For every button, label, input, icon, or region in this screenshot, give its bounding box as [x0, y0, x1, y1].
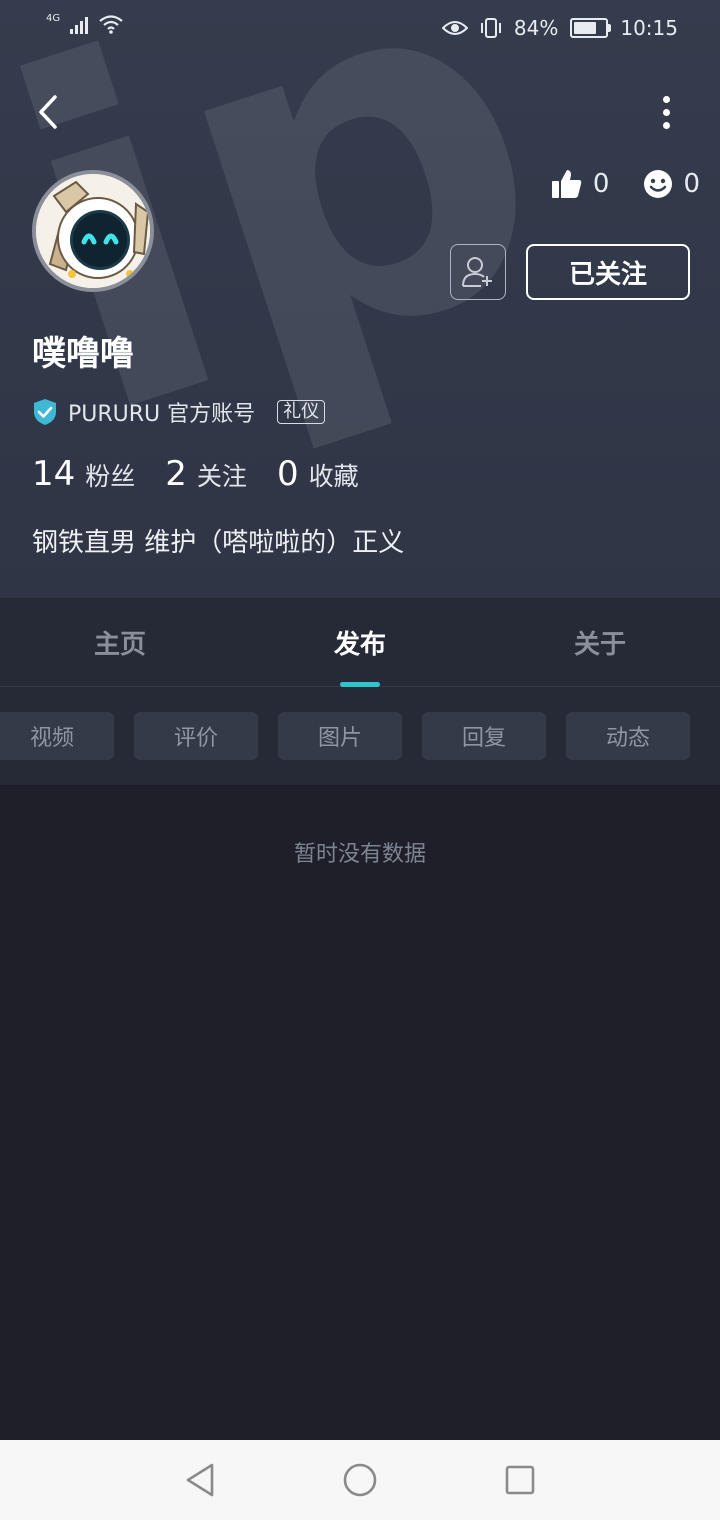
- triangle-back-icon: [186, 1463, 214, 1497]
- following-button[interactable]: 已关注: [526, 244, 690, 300]
- more-dot-icon: [662, 108, 670, 116]
- followers-value: 14: [32, 454, 76, 494]
- verified-row: PURURU 官方账号 礼仪: [32, 396, 326, 428]
- nav-home-button[interactable]: [338, 1458, 382, 1502]
- filter-images[interactable]: 图片: [278, 712, 402, 760]
- smiley-icon: [644, 170, 673, 198]
- reactions-count: 0: [683, 169, 700, 199]
- profile-counts: 14 粉丝 2 关注 0 收藏: [32, 454, 359, 494]
- more-dot-icon: [662, 121, 670, 129]
- tab-posts[interactable]: 发布: [240, 598, 480, 686]
- username: 噗噜噜: [32, 334, 134, 374]
- clock: 10:15: [620, 16, 678, 40]
- circle-home-icon: [343, 1463, 377, 1497]
- vibrate-icon: [480, 18, 501, 38]
- profile-tabs: 主页 发布 关于: [0, 598, 720, 687]
- system-navigation-bar: [0, 1440, 720, 1520]
- verified-label: PURURU 官方账号: [68, 402, 256, 427]
- favorites-count[interactable]: 0 收藏: [277, 454, 359, 494]
- tab-about[interactable]: 关于: [480, 598, 720, 686]
- battery-percent: 84%: [513, 16, 559, 40]
- status-bar: 4G 84% 10:15: [0, 0, 720, 56]
- post-filter-bar: 视频 评价 图片 回复 动态: [0, 687, 720, 785]
- nav-recents-button[interactable]: [498, 1458, 542, 1502]
- followers-label: 粉丝: [85, 462, 136, 491]
- following-count[interactable]: 2 关注: [165, 454, 247, 494]
- likes-count: 0: [592, 169, 610, 199]
- profile-tag: 礼仪: [277, 400, 326, 424]
- verified-shield-icon: [34, 399, 56, 425]
- more-options-button[interactable]: [646, 88, 686, 136]
- signal-icon: [70, 14, 89, 34]
- empty-state-message: 暂时没有数据: [293, 842, 426, 867]
- network-type: 4G: [46, 13, 61, 24]
- following-label: 关注: [196, 462, 247, 491]
- reaction-stats: 0 0: [551, 168, 700, 200]
- wifi-icon: [99, 15, 123, 34]
- following-value: 2: [165, 454, 187, 494]
- robot-avatar-icon: [36, 174, 150, 288]
- favorites-value: 0: [276, 454, 299, 494]
- add-friend-button[interactable]: [450, 244, 506, 300]
- filter-replies[interactable]: 回复: [422, 712, 546, 760]
- thumbs-up-icon: [551, 170, 582, 198]
- chevron-left-icon: [39, 95, 57, 129]
- profile-header: ip 4G 84% 10:15 0 0 已关注 噗噜噜 PURURU 官方账号 …: [0, 0, 720, 598]
- more-dot-icon: [662, 95, 670, 103]
- add-user-icon: [462, 257, 492, 287]
- square-recents-icon: [505, 1465, 535, 1495]
- reactions-stat[interactable]: 0: [643, 169, 700, 199]
- followers-count[interactable]: 14 粉丝: [32, 454, 135, 494]
- favorites-label: 收藏: [308, 462, 359, 491]
- likes-stat[interactable]: 0: [551, 168, 610, 200]
- nav-back-button[interactable]: [178, 1458, 222, 1502]
- eye-comfort-icon: [441, 21, 468, 35]
- battery-icon: [570, 18, 612, 38]
- filter-reviews[interactable]: 评价: [134, 712, 258, 760]
- back-button[interactable]: [24, 86, 72, 138]
- filter-videos[interactable]: 视频: [0, 712, 114, 760]
- filter-activity[interactable]: 动态: [566, 712, 690, 760]
- avatar[interactable]: [32, 170, 154, 292]
- tab-home[interactable]: 主页: [0, 598, 240, 686]
- profile-bio: 钢铁直男 维护（嗒啦啦的）正义: [32, 528, 405, 558]
